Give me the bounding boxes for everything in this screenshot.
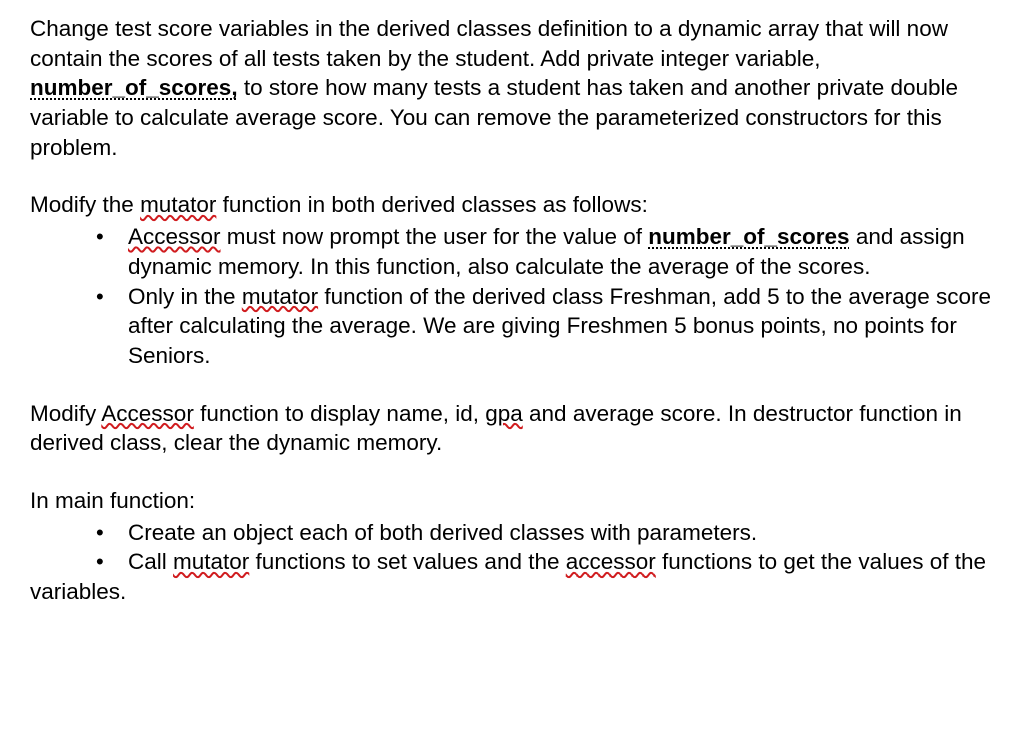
paragraph-main-lead: In main function: <box>30 486 994 516</box>
text-run: Create an object each of both derived cl… <box>128 520 757 545</box>
text-run: Modify <box>30 401 101 426</box>
text-run: function to display name, id, <box>194 401 485 426</box>
paragraph-intro: Change test score variables in the deriv… <box>30 14 994 162</box>
list-item: Call mutator functions to set values and… <box>96 547 994 577</box>
text-run: functions to get the values of the <box>656 549 986 574</box>
text-run: variables. <box>30 579 126 604</box>
keyword-accessor: accessor <box>566 549 656 574</box>
keyword-mutator: mutator <box>173 549 249 574</box>
keyword-number-of-scores: number_of_scores <box>648 224 849 249</box>
text-run: function in both derived classes as foll… <box>216 192 647 217</box>
text-run: In main function: <box>30 488 195 513</box>
text-run: Change test score variables in the deriv… <box>30 16 948 71</box>
paragraph-mutator-lead: Modify the mutator function in both deri… <box>30 190 994 220</box>
text-run: Only in the <box>128 284 242 309</box>
text-run: Call <box>128 549 173 574</box>
keyword-accessor: Accessor <box>128 224 221 249</box>
keyword-mutator: mutator <box>140 192 216 217</box>
bullet-list-mutator: Accessor must now prompt the user for th… <box>30 222 994 370</box>
list-item: Create an object each of both derived cl… <box>96 518 994 548</box>
bullet-list-main: Create an object each of both derived cl… <box>30 518 994 577</box>
document-page: Change test score variables in the deriv… <box>0 0 1024 627</box>
keyword-accessor: Accessor <box>101 401 194 426</box>
list-item: Only in the mutator function of the deri… <box>96 282 994 371</box>
text-run: Modify the <box>30 192 140 217</box>
keyword-gpa: gpa <box>485 401 523 426</box>
text-run: must now prompt the user for the value o… <box>221 224 649 249</box>
keyword-number-of-scores: number_of_scores, <box>30 75 238 100</box>
keyword-mutator: mutator <box>242 284 318 309</box>
paragraph-variables-hang: variables. <box>30 577 994 607</box>
list-item: Accessor must now prompt the user for th… <box>96 222 994 281</box>
text-run: functions to set values and the <box>249 549 565 574</box>
paragraph-accessor: Modify Accessor function to display name… <box>30 399 994 458</box>
